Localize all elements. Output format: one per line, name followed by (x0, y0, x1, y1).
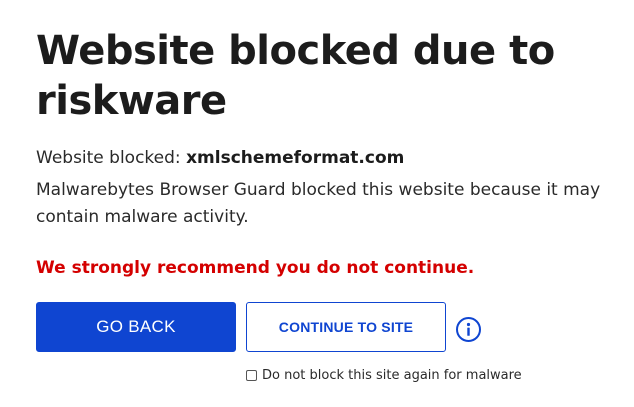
do-not-block-option[interactable]: Do not block this site again for malware (246, 368, 522, 383)
blocked-site-line: Website blocked: xmlschemeformat.com (36, 147, 404, 169)
do-not-block-label: Do not block this site again for malware (262, 368, 522, 383)
block-explanation: Malwarebytes Browser Guard blocked this … (36, 180, 601, 227)
continue-to-site-button[interactable]: CONTINUE TO SITE (246, 302, 446, 352)
go-back-label: GO BACK (96, 317, 176, 336)
go-back-button[interactable]: GO BACK (36, 302, 236, 352)
do-not-block-checkbox[interactable] (246, 370, 257, 381)
continue-label: CONTINUE TO SITE (278, 319, 414, 335)
warning-message: We strongly recommend you do not continu… (36, 258, 475, 278)
blocked-label: Website blocked: (36, 148, 181, 168)
block-page: Website blocked due to riskware Website … (0, 0, 634, 407)
info-icon[interactable] (455, 316, 482, 343)
page-title: Website blocked due to riskware (36, 28, 555, 124)
blocked-domain: xmlschemeformat.com (186, 148, 405, 168)
